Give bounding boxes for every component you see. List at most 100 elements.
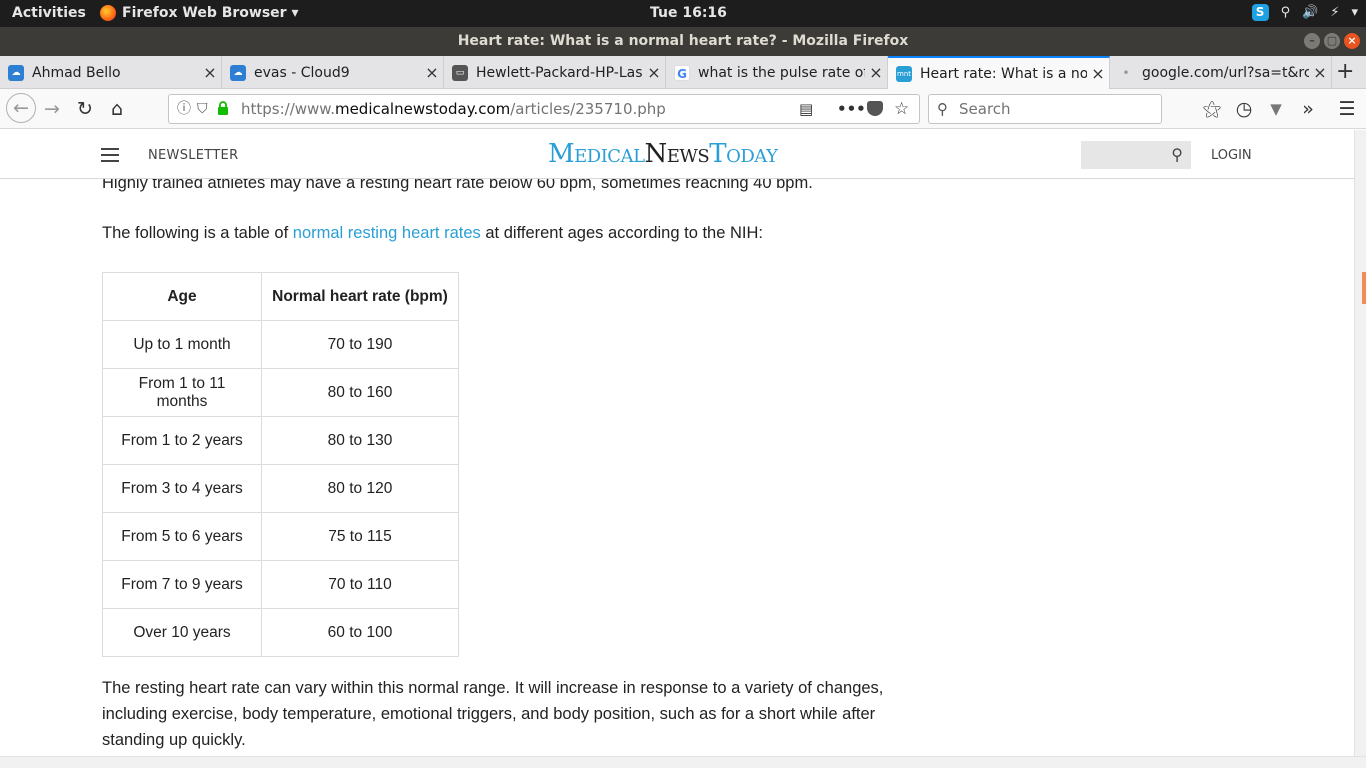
article-content: Highly trained athletes may have a resti… — [0, 130, 1354, 756]
minimize-button[interactable]: – — [1304, 33, 1320, 49]
overflow-menu-icon[interactable]: » — [1296, 97, 1320, 121]
forward-button[interactable]: → — [40, 97, 64, 121]
search-placeholder: Search — [959, 100, 1011, 118]
site-logo[interactable]: MedicalNewsToday — [548, 139, 778, 169]
age-cell: From 3 to 4 years — [102, 464, 262, 513]
tab-ahmad-bello[interactable]: ☁ Ahmad Bello × — [0, 56, 222, 89]
cups-icon: ▭ — [452, 64, 468, 81]
library-icon[interactable]: ⚝ — [1200, 97, 1224, 121]
window-title-bar: Heart rate: What is a normal heart rate?… — [0, 27, 1366, 56]
table-row: From 1 to 2 years 80 to 130 — [102, 416, 459, 465]
heart-rate-table: Age Normal heart rate (bpm) Up to 1 mont… — [102, 272, 459, 657]
tab-label: Heart rate: What is a nor — [920, 65, 1087, 82]
newsletter-link[interactable]: NEWSLETTER — [148, 148, 238, 163]
lock-icon — [218, 101, 228, 115]
search-icon: ⚲ — [937, 100, 948, 118]
url-bar[interactable]: ⓘ ⛉ https://www.medicalnewstoday.com/art… — [168, 94, 920, 124]
login-link[interactable]: LOGIN — [1211, 148, 1252, 163]
age-cell: From 5 to 6 years — [102, 512, 262, 561]
column-header-age: Age — [102, 272, 262, 321]
google-icon: G — [674, 64, 690, 81]
globe-icon: • — [1122, 65, 1130, 80]
rate-cell: 80 to 130 — [261, 416, 459, 465]
cloud9-icon: ☁ — [230, 64, 246, 81]
app-menu-label: Firefox Web Browser ▾ — [122, 5, 299, 21]
site-menu-icon[interactable] — [101, 148, 119, 162]
tab-google-search[interactable]: G what is the pulse rate of × — [666, 56, 888, 89]
rate-cell: 70 to 190 — [261, 320, 459, 369]
window-title: Heart rate: What is a normal heart rate?… — [457, 33, 909, 49]
normal-resting-heart-rates-link[interactable]: normal resting heart rates — [293, 224, 481, 242]
table-row: Over 10 years 60 to 100 — [102, 608, 459, 657]
system-top-bar: Activities Firefox Web Browser ▾ Tue 16:… — [0, 0, 1366, 27]
page-actions-icon[interactable]: ••• — [837, 95, 866, 123]
hamburger-menu-icon[interactable]: ☰ — [1335, 97, 1359, 121]
table-row: From 7 to 9 years 70 to 110 — [102, 560, 459, 609]
vertical-scrollbar[interactable] — [1354, 130, 1366, 756]
back-button[interactable]: ← — [6, 93, 36, 123]
bookmark-star-icon[interactable]: ☆ — [894, 95, 909, 123]
url-text[interactable]: https://www.medicalnewstoday.com/article… — [241, 95, 666, 123]
tab-close-icon[interactable]: × — [199, 63, 221, 82]
cloud9-icon: ☁ — [8, 64, 24, 81]
close-window-button[interactable]: × — [1344, 33, 1360, 49]
navigation-toolbar: ← → ↻ ⌂ ⓘ ⛉ https://www.medicalnewstoday… — [0, 89, 1366, 129]
rate-cell: 75 to 115 — [261, 512, 459, 561]
paragraph-table-intro: The following is a table of normal resti… — [102, 224, 763, 242]
clock[interactable]: Tue 16:16 — [650, 5, 727, 21]
wifi-icon[interactable]: ⚲ — [1281, 5, 1291, 20]
rate-cell: 70 to 110 — [261, 560, 459, 609]
age-cell: From 7 to 9 years — [102, 560, 262, 609]
new-tab-button[interactable]: + — [1336, 59, 1354, 84]
tab-label: Hewlett-Packard-HP-Las — [476, 64, 643, 81]
volume-icon[interactable]: 🔊 — [1302, 5, 1318, 20]
history-icon[interactable]: ◷ — [1232, 97, 1256, 121]
age-cell: Over 10 years — [102, 608, 262, 657]
tab-label: what is the pulse rate of — [698, 64, 865, 81]
reload-button[interactable]: ↻ — [73, 97, 97, 121]
search-icon[interactable]: ⚲ — [1171, 145, 1183, 164]
tracking-protection-icon[interactable]: ⛉ — [197, 95, 208, 123]
age-cell: From 1 to 2 years — [102, 416, 262, 465]
tab-close-icon[interactable]: × — [1087, 64, 1109, 83]
search-input[interactable]: ⚲ Search — [928, 94, 1162, 124]
site-info-icon[interactable]: ⓘ — [177, 95, 191, 123]
table-row: From 3 to 4 years 80 to 120 — [102, 464, 459, 513]
table-row: Up to 1 month 70 to 190 — [102, 320, 459, 369]
skype-icon[interactable]: S — [1251, 4, 1269, 21]
home-button[interactable]: ⌂ — [105, 97, 129, 121]
table-row: From 5 to 6 years 75 to 115 — [102, 512, 459, 561]
mnt-icon: mnt — [896, 65, 912, 82]
tab-evas-cloud9[interactable]: ☁ evas - Cloud9 × — [222, 56, 444, 89]
age-cell: From 1 to 11 months — [102, 368, 262, 417]
tab-strip: ☁ Ahmad Bello × ☁ evas - Cloud9 × ▭ Hewl… — [0, 56, 1366, 89]
tab-label: evas - Cloud9 — [254, 64, 350, 81]
horizontal-scrollbar[interactable] — [0, 756, 1366, 768]
system-menu-icon[interactable]: ▾ — [1351, 5, 1358, 20]
rate-cell: 80 to 160 — [261, 368, 459, 417]
site-search-input[interactable]: ⚲ — [1081, 141, 1191, 169]
rate-cell: 80 to 120 — [261, 464, 459, 513]
tab-close-icon[interactable]: × — [643, 63, 665, 82]
table-header-row: Age Normal heart rate (bpm) — [102, 272, 459, 321]
battery-icon[interactable]: ⚡ — [1330, 5, 1339, 20]
site-header: NEWSLETTER MedicalNewsToday ⚲ LOGIN — [0, 130, 1354, 179]
tab-close-icon[interactable]: × — [421, 63, 443, 82]
activities-button[interactable]: Activities — [12, 5, 86, 21]
column-header-heart-rate: Normal heart rate (bpm) — [261, 272, 459, 321]
paragraph-variation: The resting heart rate can vary within t… — [102, 679, 884, 749]
system-tray[interactable]: S ⚲ 🔊 ⚡ ▾ — [1251, 4, 1358, 21]
tab-hewlett-packard[interactable]: ▭ Hewlett-Packard-HP-Las × — [444, 56, 666, 89]
tab-close-icon[interactable]: × — [865, 63, 887, 82]
scrollbar-thumb[interactable] — [1362, 272, 1366, 304]
pocket-icon[interactable] — [867, 101, 883, 116]
reader-view-icon[interactable]: ▤ — [799, 95, 813, 123]
maximize-button[interactable]: ▢ — [1324, 33, 1340, 49]
pocket-toolbar-icon[interactable]: ▼ — [1264, 97, 1288, 121]
app-menu[interactable]: Firefox Web Browser ▾ — [100, 5, 298, 21]
tab-google-url[interactable]: • google.com/url?sa=t&rc × — [1110, 56, 1332, 89]
tab-label: Ahmad Bello — [32, 64, 121, 81]
tab-heart-rate[interactable]: mnt Heart rate: What is a nor × — [888, 56, 1110, 89]
tab-close-icon[interactable]: × — [1309, 63, 1331, 82]
rate-cell: 60 to 100 — [261, 608, 459, 657]
